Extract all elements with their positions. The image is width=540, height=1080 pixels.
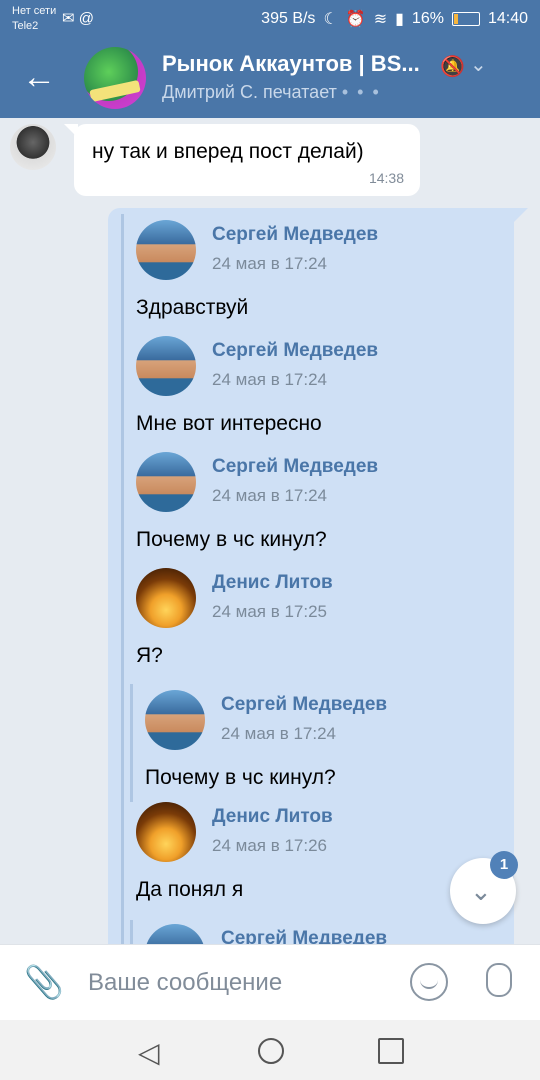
unread-badge: 1 (490, 851, 518, 879)
avatar[interactable] (136, 568, 196, 628)
nav-home-icon[interactable] (258, 1038, 284, 1064)
battery-percent: 16% (411, 10, 444, 27)
avatar[interactable] (136, 336, 196, 396)
system-nav-bar: ◁ (0, 1020, 540, 1080)
battery-icon (451, 12, 480, 26)
forwarded-author[interactable]: Сергей Медведев (221, 694, 387, 716)
incoming-message[interactable]: ну так и вперед пост делай) 14:38 (74, 124, 420, 196)
forwarded-text: Мне вот интересно (136, 412, 322, 435)
chat-avatar[interactable] (84, 47, 146, 109)
forward-line (121, 214, 124, 944)
paperclip-icon[interactable]: 📎 (24, 963, 64, 1001)
message-text: ну так и вперед пост делай) (92, 140, 364, 163)
message-input[interactable] (86, 963, 390, 1003)
avatar[interactable] (10, 124, 56, 170)
carrier-name: Tele2 (12, 20, 39, 32)
status-right: 395 B/s ☾ ⏰ ≋ ▮ 16% 14:40 (261, 9, 528, 29)
nested-forward-line (130, 920, 133, 944)
chat-title[interactable]: Рынок Аккаунтов | BS... (162, 51, 420, 77)
forwarded-date: 24 мая в 17:24 (212, 254, 327, 273)
avatar[interactable] (136, 220, 196, 280)
forwarded-author[interactable]: Сергей Медведев (221, 928, 387, 944)
network-speed: 395 B/s (261, 10, 316, 27)
forwarded-text: Почему в чс кинул? (145, 766, 336, 789)
forwarded-date: 24 мая в 17:26 (212, 836, 327, 855)
avatar[interactable] (136, 452, 196, 512)
forwarded-author[interactable]: Сергей Медведев (212, 224, 378, 246)
nav-recent-apps-icon[interactable] (378, 1038, 404, 1064)
forwarded-date: 24 мая в 17:24 (212, 486, 327, 505)
moon-icon: ☾ (323, 11, 338, 28)
signal-icon: ▮ (395, 11, 404, 28)
typing-status: Дмитрий С. печатает • • • (162, 82, 381, 103)
forwarded-text: Почему в чс кинул? (136, 528, 327, 551)
chevron-down-icon: ⌄ (470, 876, 492, 906)
forwarded-text: Я? (136, 644, 163, 667)
message-time: 14:38 (368, 170, 404, 186)
forwarded-date: 24 мая в 17:25 (212, 602, 327, 621)
chevron-down-icon[interactable]: ⌄ (470, 52, 487, 77)
forwarded-text: Да понял я (136, 878, 244, 901)
nested-forward-line (130, 684, 133, 802)
forwarded-author[interactable]: Денис Литов (212, 572, 333, 594)
microphone-icon[interactable] (486, 963, 512, 997)
notification-icons: ✉ @ (62, 10, 94, 27)
avatar[interactable] (136, 802, 196, 862)
forwarded-date: 24 мая в 17:24 (221, 724, 336, 743)
message-list[interactable]: ну так и вперед пост делай) 14:38 Сергей… (0, 118, 540, 944)
network-status: Нет сети Tele2 (12, 4, 56, 34)
message-composer: 📎 (0, 944, 540, 1021)
forwarded-author[interactable]: Денис Литов (212, 806, 333, 828)
chat-header: ← Рынок Аккаунтов | BS... Дмитрий С. печ… (0, 38, 540, 118)
forwarded-date: 24 мая в 17:24 (212, 370, 327, 389)
wifi-icon: ≋ (373, 11, 388, 28)
forwarded-author[interactable]: Сергей Медведев (212, 456, 378, 478)
avatar[interactable] (145, 690, 205, 750)
nav-back-icon[interactable]: ◁ (138, 1036, 160, 1069)
back-arrow-icon[interactable]: ← (22, 58, 56, 96)
muted-icon: 🔕 (440, 56, 465, 78)
alarm-icon: ⏰ (345, 11, 366, 28)
typing-status-text: Дмитрий С. печатает (162, 82, 337, 102)
network-status-line1: Нет сети (12, 5, 57, 17)
status-bar: Нет сети Tele2 ✉ @ 395 B/s ☾ ⏰ ≋ ▮ 16% 1… (0, 0, 540, 38)
forwarded-messages-bubble[interactable]: Сергей Медведев 24 мая в 17:24 Здравству… (108, 208, 514, 944)
emoji-icon[interactable] (410, 963, 448, 1001)
clock: 14:40 (487, 10, 528, 27)
forwarded-text: Здравствуй (136, 296, 249, 319)
avatar[interactable] (145, 924, 205, 944)
typing-dots: • • • (341, 82, 381, 102)
forwarded-author[interactable]: Сергей Медведев (212, 340, 378, 362)
